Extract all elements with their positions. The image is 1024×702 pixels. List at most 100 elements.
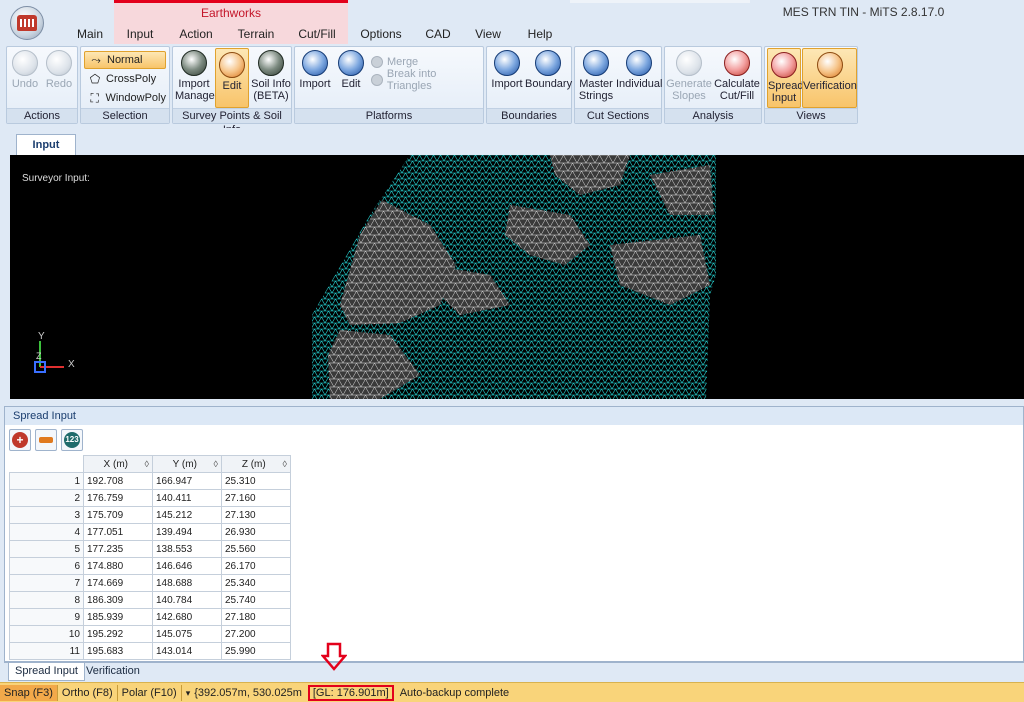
platform-import-button[interactable]: Import [297,47,333,90]
application-menu-button[interactable] [10,6,44,40]
platform-edit-button[interactable]: Edit [335,47,367,90]
soil-info-button[interactable]: Soil Info (BETA) [251,47,291,102]
add-row-button[interactable]: + [9,429,31,451]
x-cell[interactable]: 177.235 [83,540,153,558]
x-cell[interactable]: 177.051 [83,523,153,541]
row-number-header [9,455,84,473]
y-cell[interactable]: 142.680 [152,608,222,626]
tab-cut-fill[interactable]: Cut/Fill [294,27,340,41]
spread-input-view-button[interactable]: Spread Input [767,48,803,108]
z-cell[interactable]: 25.310 [221,472,291,490]
y-cell[interactable]: 145.075 [152,625,222,643]
y-cell[interactable]: 143.014 [152,642,222,660]
panel-toolbar: + 123 [9,429,83,453]
x-cell[interactable]: 195.292 [83,625,153,643]
z-cell[interactable]: 26.170 [221,557,291,575]
survey-edit-button[interactable]: Edit [215,48,249,108]
z-cell[interactable]: 25.560 [221,540,291,558]
import-manage-button[interactable]: Import Manage [175,47,215,102]
verification-view-button[interactable]: Verification [802,48,857,108]
table-row[interactable]: 4 177.051 139.494 26.930 [9,523,291,541]
column-header-z[interactable]: Z (m) ◊ [221,455,291,473]
y-cell[interactable]: 146.646 [152,557,222,575]
table-row[interactable]: 3 175.709 145.212 27.130 [9,506,291,524]
y-cell[interactable]: 166.947 [152,472,222,490]
selection-crosspoly[interactable]: ⬠ CrossPoly [84,70,166,88]
tab-input[interactable]: Input [122,27,158,41]
z-cell[interactable]: 25.740 [221,591,291,609]
tin-viewport[interactable]: Y X Z Surveyor Input: [10,155,1024,399]
y-cell[interactable]: 138.553 [152,540,222,558]
table-row[interactable]: 2 176.759 140.411 27.160 [9,489,291,507]
platform-edit-label: Edit [341,78,361,90]
app-logo-icon [17,15,37,31]
x-cell[interactable]: 195.683 [83,642,153,660]
panel-tab-spread-input[interactable]: Spread Input [8,663,85,681]
tab-options[interactable]: Options [356,27,406,41]
z-cell[interactable]: 25.340 [221,574,291,592]
x-cell[interactable]: 186.309 [83,591,153,609]
table-row[interactable]: 6 174.880 146.646 26.170 [9,557,291,575]
x-cell[interactable]: 174.880 [83,557,153,575]
calculate-cut-fill-icon [724,50,750,76]
x-cell[interactable]: 185.939 [83,608,153,626]
redo-button[interactable]: Redo [43,47,75,90]
z-cell[interactable]: 27.160 [221,489,291,507]
group-label-boundaries: Boundaries [487,108,571,123]
x-cell[interactable]: 174.669 [83,574,153,592]
master-strings-button[interactable]: Master Strings [576,47,616,102]
column-header-x[interactable]: X (m) ◊ [83,455,153,473]
individual-button[interactable]: Individual [616,47,662,90]
renumber-button[interactable]: 123 [61,429,83,451]
table-row[interactable]: 9 185.939 142.680 27.180 [9,608,291,626]
remove-row-button[interactable] [35,429,57,451]
tab-cad[interactable]: CAD [420,27,456,41]
row-number-cell: 3 [9,506,84,524]
boundary-import-button[interactable]: Import [489,47,525,90]
z-cell[interactable]: 27.180 [221,608,291,626]
polar-toggle[interactable]: Polar (F10) [118,684,182,701]
verification-label: Verification [803,80,857,92]
group-views: Spread Input Verification Views [764,46,858,124]
undo-button[interactable]: Undo [9,47,41,90]
calculate-cut-fill-button[interactable]: Calculate Cut/Fill [713,47,761,102]
table-row[interactable]: 10 195.292 145.075 27.200 [9,625,291,643]
table-row[interactable]: 11 195.683 143.014 25.990 [9,642,291,660]
generate-slopes-icon [676,50,702,76]
y-cell[interactable]: 145.212 [152,506,222,524]
panel-tab-verification[interactable]: Verification [80,663,146,681]
tab-view[interactable]: View [470,27,506,41]
row-number-cell: 2 [9,489,84,507]
generate-slopes-button[interactable]: Generate Slopes [666,47,712,102]
z-cell[interactable]: 25.990 [221,642,291,660]
selection-normal[interactable]: ⤳ Normal [84,51,166,69]
column-header-y[interactable]: Y (m) ◊ [152,455,222,473]
x-cell[interactable]: 176.759 [83,489,153,507]
tab-action[interactable]: Action [175,27,217,41]
selection-windowpoly[interactable]: ⛶ WindowPoly [84,89,166,107]
x-cell[interactable]: 192.708 [83,472,153,490]
polar-dropdown-icon[interactable]: ▾ [182,685,191,701]
document-tab-input[interactable]: Input [16,134,76,156]
z-cell[interactable]: 27.130 [221,506,291,524]
tab-main[interactable]: Main [72,27,108,41]
column-y-label: Y (m) [172,458,197,470]
y-cell[interactable]: 148.688 [152,574,222,592]
boundary-button[interactable]: Boundary [525,47,572,90]
break-triangles-button[interactable]: Break into Triangles [371,68,483,92]
platform-import-label: Import [299,78,331,90]
x-cell[interactable]: 175.709 [83,506,153,524]
y-cell[interactable]: 139.494 [152,523,222,541]
y-cell[interactable]: 140.411 [152,489,222,507]
z-cell[interactable]: 27.200 [221,625,291,643]
table-row[interactable]: 8 186.309 140.784 25.740 [9,591,291,609]
table-row[interactable]: 5 177.235 138.553 25.560 [9,540,291,558]
table-row[interactable]: 7 174.669 148.688 25.340 [9,574,291,592]
z-cell[interactable]: 26.930 [221,523,291,541]
y-cell[interactable]: 140.784 [152,591,222,609]
tab-terrain[interactable]: Terrain [233,27,279,41]
tab-help[interactable]: Help [522,27,558,41]
ortho-toggle[interactable]: Ortho (F8) [58,684,118,701]
table-row[interactable]: 1 192.708 166.947 25.310 [9,472,291,490]
snap-toggle[interactable]: Snap (F3) [0,684,58,701]
